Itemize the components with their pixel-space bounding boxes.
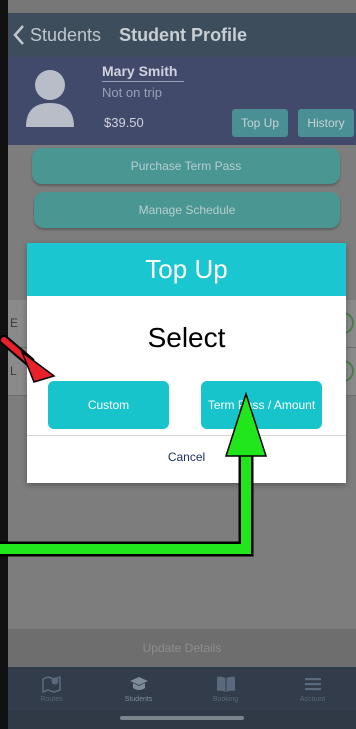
tab-bar: Routes Students Booking Account — [8, 667, 356, 711]
term-pass-amount-button[interactable]: Term Pass / Amount — [201, 381, 322, 429]
list-item-label: E — [10, 316, 19, 330]
app-screen: Students Student Profile Mary Smith Not … — [8, 0, 356, 729]
top-up-dialog: Top Up Select Custom Term Pass / Amount … — [27, 243, 346, 483]
tab-account[interactable]: Account — [269, 667, 356, 711]
tab-label: Booking — [212, 696, 239, 703]
list-item-label: L — [10, 364, 17, 378]
profile-header: Mary Smith Not on trip $39.50 Top Up His… — [8, 57, 356, 145]
routes-map-icon — [41, 675, 61, 693]
back-button-label: Students — [30, 24, 102, 45]
tab-booking[interactable]: Booking — [182, 667, 269, 711]
menu-icon — [304, 678, 321, 691]
manage-schedule-button[interactable]: Manage Schedule — [34, 192, 340, 228]
avatar-icon — [26, 70, 74, 127]
trip-status: Not on trip — [102, 85, 162, 100]
back-button[interactable]: Students — [8, 24, 101, 46]
purchase-term-pass-button[interactable]: Purchase Term Pass — [32, 148, 340, 184]
navigation-bar: Students Student Profile — [8, 13, 356, 57]
tab-routes[interactable]: Routes — [8, 667, 95, 711]
dialog-title: Top Up — [27, 243, 346, 296]
tab-label: Students — [124, 696, 153, 703]
book-icon — [216, 676, 235, 692]
history-button[interactable]: History — [298, 109, 354, 137]
student-name: Mary Smith — [102, 63, 184, 82]
balance-value: $39.50 — [104, 115, 144, 130]
custom-button[interactable]: Custom — [48, 381, 169, 429]
graduation-cap-icon — [129, 677, 148, 690]
page-title: Student Profile — [119, 24, 248, 45]
dialog-prompt: Select — [147, 322, 226, 353]
cancel-button[interactable]: Cancel — [27, 450, 346, 464]
dialog-divider — [27, 435, 346, 436]
top-up-button[interactable]: Top Up — [232, 109, 288, 137]
update-details-button[interactable]: Update Details — [8, 629, 356, 667]
chevron-left-icon — [13, 25, 24, 45]
tab-label: Account — [299, 696, 326, 703]
tab-label: Routes — [40, 696, 63, 703]
home-indicator-bar — [8, 711, 356, 729]
tab-students[interactable]: Students — [95, 667, 182, 711]
home-indicator[interactable] — [120, 716, 244, 720]
